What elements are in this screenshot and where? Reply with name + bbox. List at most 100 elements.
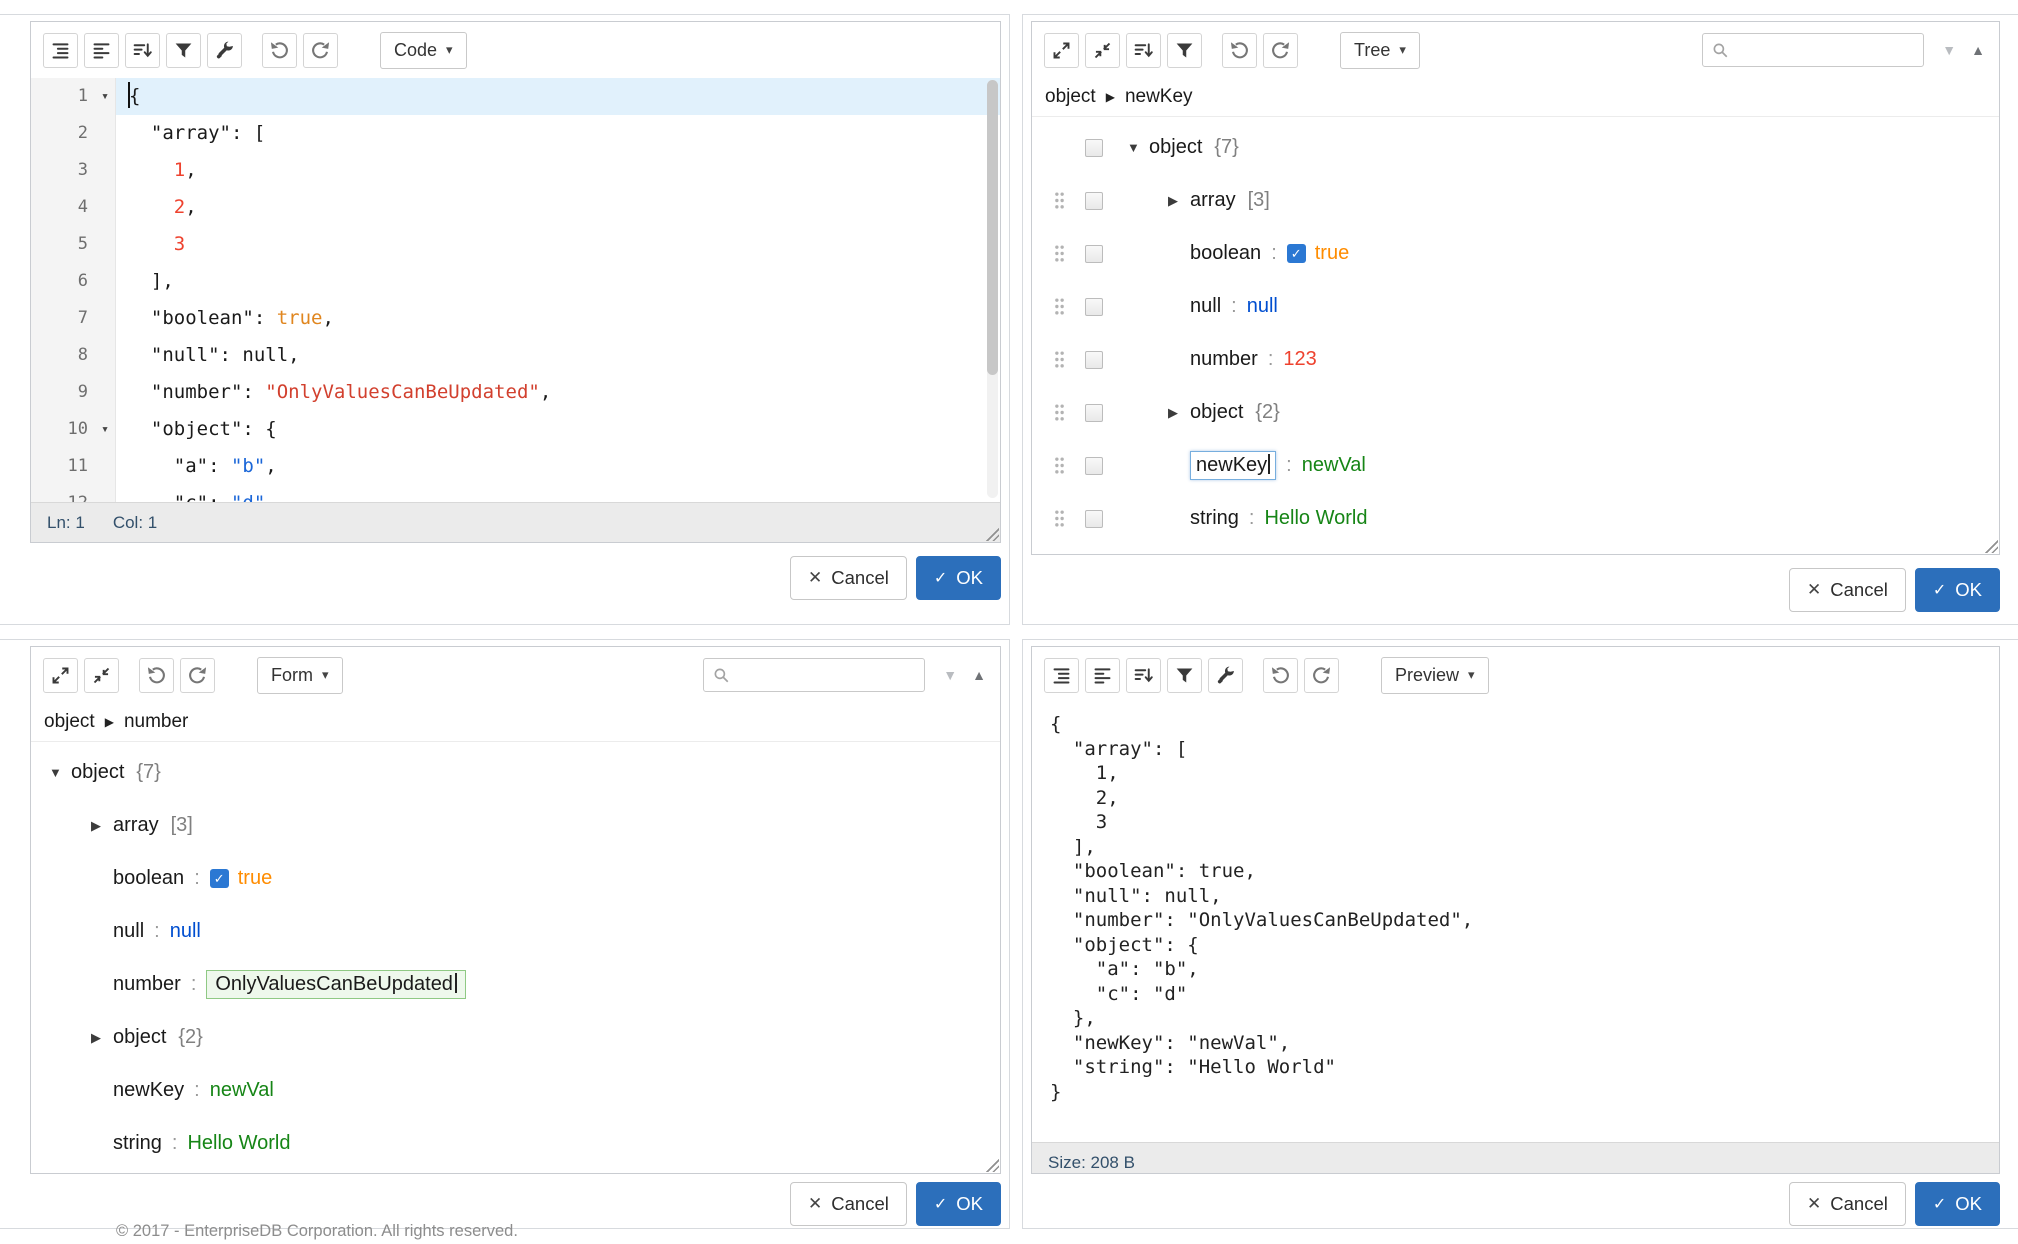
expand-node-icon[interactable]: ▶ [1168, 193, 1190, 209]
cancel-button[interactable]: ✕ Cancel [1789, 568, 1906, 612]
tree-key[interactable]: null [1190, 295, 1221, 318]
search-box[interactable] [703, 658, 925, 692]
scrollbar-thumb[interactable] [987, 80, 998, 375]
expand-node-icon[interactable]: ▶ [91, 818, 113, 834]
tree-value[interactable]: null [1247, 295, 1278, 318]
redo-button[interactable] [180, 658, 215, 693]
undo-button[interactable] [1263, 658, 1298, 693]
context-menu-button[interactable] [1085, 404, 1103, 422]
tree-key[interactable]: object [1190, 401, 1243, 424]
mode-dropdown[interactable]: Code ▾ [380, 32, 467, 69]
sort-button[interactable] [125, 33, 160, 68]
undo-button[interactable] [1222, 33, 1257, 68]
tree-key[interactable]: object [1149, 136, 1202, 159]
breadcrumb-leaf[interactable]: number [124, 711, 188, 733]
tree-value[interactable]: 123 [1283, 348, 1316, 371]
drag-handle-icon[interactable] [1054, 350, 1067, 369]
filter-button[interactable] [1167, 33, 1202, 68]
tree-value[interactable]: OnlyValuesCanBeUpdated [206, 970, 466, 999]
redo-button[interactable] [1263, 33, 1298, 68]
compact-button[interactable] [1085, 658, 1120, 693]
sort-button[interactable] [1126, 658, 1161, 693]
mode-dropdown[interactable]: Form ▾ [257, 657, 343, 694]
context-menu-button[interactable] [1085, 139, 1103, 157]
tree-value[interactable]: true [238, 867, 272, 890]
drag-handle-icon[interactable] [1054, 244, 1067, 263]
fold-toggle-icon[interactable]: ▾ [101, 78, 109, 115]
context-menu-button[interactable] [1085, 351, 1103, 369]
collapse-all-button[interactable] [84, 658, 119, 693]
boolean-checkbox[interactable]: ✓ [1287, 244, 1306, 263]
mode-dropdown[interactable]: Preview ▾ [1381, 657, 1489, 694]
fold-toggle-icon[interactable]: ▾ [101, 411, 109, 448]
cancel-button[interactable]: ✕ Cancel [790, 1182, 907, 1226]
collapse-all-button[interactable] [1085, 33, 1120, 68]
collapse-node-icon[interactable]: ▼ [49, 765, 71, 780]
format-button[interactable] [43, 33, 78, 68]
vertical-scrollbar[interactable] [987, 80, 998, 498]
tree-key[interactable]: null [113, 920, 144, 943]
expand-all-button[interactable] [1044, 33, 1079, 68]
context-menu-button[interactable] [1085, 510, 1103, 528]
cancel-button[interactable]: ✕ Cancel [790, 556, 907, 600]
tree-key[interactable]: string [113, 1132, 162, 1155]
drag-handle-icon[interactable] [1054, 297, 1067, 316]
search-previous-icon[interactable]: ▲ [1971, 43, 1985, 57]
ok-button[interactable]: ✓ OK [916, 1182, 1001, 1226]
transform-button[interactable] [207, 33, 242, 68]
drag-handle-icon[interactable] [1054, 509, 1067, 528]
transform-button[interactable] [1208, 658, 1243, 693]
tree-key[interactable]: number [113, 973, 181, 996]
undo-button[interactable] [139, 658, 174, 693]
code-editor[interactable]: 1▾{2 "array": [3 1,4 2,5 36 ],7 "boolean… [31, 78, 1000, 502]
tree-key[interactable]: string [1190, 507, 1239, 530]
tree-key[interactable]: newKey [1190, 451, 1276, 480]
tree-key[interactable]: number [1190, 348, 1258, 371]
tree-key[interactable]: boolean [1190, 242, 1261, 265]
drag-handle-icon[interactable] [1054, 403, 1067, 422]
breadcrumb-root[interactable]: object [1045, 86, 1096, 108]
context-menu-button[interactable] [1085, 245, 1103, 263]
tree-key[interactable]: array [113, 814, 159, 837]
undo-button[interactable] [262, 33, 297, 68]
tree-key[interactable]: object [71, 761, 124, 784]
expand-node-icon[interactable]: ▶ [91, 1030, 113, 1046]
tree-value[interactable]: Hello World [187, 1132, 290, 1155]
context-menu-button[interactable] [1085, 192, 1103, 210]
redo-button[interactable] [303, 33, 338, 68]
ok-button[interactable]: ✓ OK [916, 556, 1001, 600]
drag-handle-icon[interactable] [1054, 456, 1067, 475]
filter-button[interactable] [1167, 658, 1202, 693]
mode-dropdown[interactable]: Tree ▾ [1340, 32, 1420, 69]
drag-handle-icon[interactable] [1054, 191, 1067, 210]
breadcrumb-root[interactable]: object [44, 711, 95, 733]
compact-button[interactable] [84, 33, 119, 68]
expand-node-icon[interactable]: ▶ [1168, 405, 1190, 421]
tree-key[interactable]: object [113, 1026, 166, 1049]
expand-all-button[interactable] [43, 658, 78, 693]
tree-value[interactable]: Hello World [1264, 507, 1367, 530]
tree-key[interactable]: array [1190, 189, 1236, 212]
ok-button[interactable]: ✓ OK [1915, 568, 2000, 612]
tree-value[interactable]: newVal [210, 1079, 274, 1102]
context-menu-button[interactable] [1085, 298, 1103, 316]
format-button[interactable] [1044, 658, 1079, 693]
search-previous-icon[interactable]: ▲ [972, 668, 986, 682]
search-input[interactable] [737, 665, 916, 685]
tree-key[interactable]: boolean [113, 867, 184, 890]
context-menu-button[interactable] [1085, 457, 1103, 475]
collapse-node-icon[interactable]: ▼ [1127, 140, 1149, 155]
tree-value[interactable]: newVal [1302, 454, 1366, 477]
search-box[interactable] [1702, 33, 1924, 67]
search-next-icon[interactable]: ▼ [943, 668, 957, 682]
cancel-button[interactable]: ✕ Cancel [1789, 1182, 1906, 1226]
search-input[interactable] [1736, 40, 1915, 60]
boolean-checkbox[interactable]: ✓ [210, 869, 229, 888]
search-next-icon[interactable]: ▼ [1942, 43, 1956, 57]
ok-button[interactable]: ✓ OK [1915, 1182, 2000, 1226]
filter-button[interactable] [166, 33, 201, 68]
breadcrumb-leaf[interactable]: newKey [1125, 86, 1193, 108]
redo-button[interactable] [1304, 658, 1339, 693]
tree-value[interactable]: null [170, 920, 201, 943]
tree-key[interactable]: newKey [113, 1079, 184, 1102]
